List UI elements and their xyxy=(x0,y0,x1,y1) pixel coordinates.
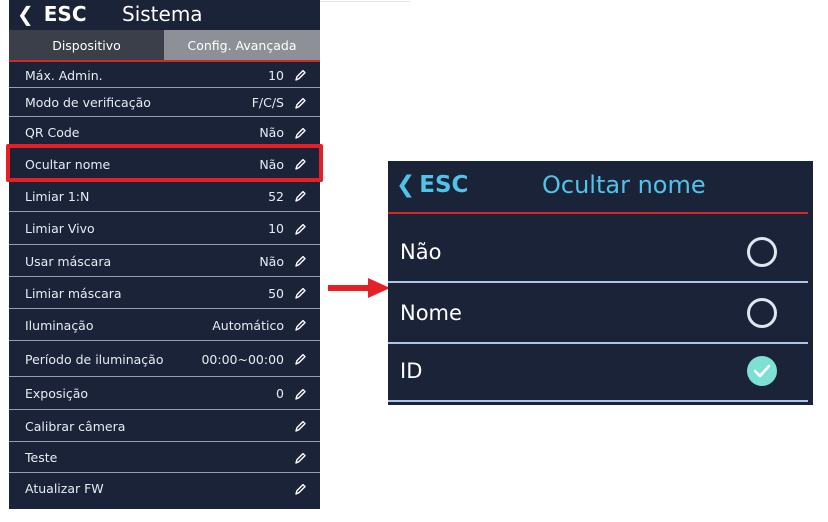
settings-row-label: Teste xyxy=(25,450,58,465)
settings-row-value: 52 xyxy=(268,188,284,204)
tab-bar: Dispositivo Config. Avançada xyxy=(9,30,320,60)
settings-row-label: Limiar 1:N xyxy=(25,188,90,204)
screen-header: ❮ ESC Sistema xyxy=(9,0,320,30)
settings-row-label: Iluminação xyxy=(25,317,94,333)
settings-row[interactable]: Modo de verificação F/C/S xyxy=(9,88,320,117)
back-button[interactable]: ❮ ESC xyxy=(17,2,87,26)
settings-row[interactable]: Usar máscara Não xyxy=(9,245,320,277)
settings-row-label: QR Code xyxy=(25,125,80,140)
settings-row-value: Não xyxy=(259,253,284,269)
settings-row[interactable]: Limiar máscara 50 xyxy=(9,277,320,309)
radio-checked-icon[interactable] xyxy=(747,356,777,386)
pencil-edit-icon[interactable] xyxy=(294,126,306,140)
tab-dispositivo[interactable]: Dispositivo xyxy=(9,30,164,60)
arrow-right-icon xyxy=(328,278,390,298)
pencil-edit-icon[interactable] xyxy=(294,419,306,433)
pencil-edit-icon[interactable] xyxy=(294,254,306,268)
highlight-frame xyxy=(6,144,323,182)
pencil-edit-icon[interactable] xyxy=(294,352,306,366)
settings-row-label: Exposição xyxy=(25,386,89,401)
settings-row[interactable]: Iluminação Automático xyxy=(9,309,320,341)
chevron-left-icon: ❮ xyxy=(17,2,34,26)
hide-name-screen: ❮ ESC Ocultar nome Não Nome ID xyxy=(388,161,813,405)
top-divider xyxy=(320,1,410,2)
settings-row-label: Atualizar FW xyxy=(25,481,104,496)
page-title: Sistema xyxy=(122,2,203,26)
option-row[interactable]: ID xyxy=(388,342,808,400)
settings-row[interactable]: Máx. Admin. 10 xyxy=(9,62,320,88)
option-row[interactable]: Não xyxy=(388,223,808,281)
back-label: ESC xyxy=(43,2,87,26)
settings-row[interactable]: Teste xyxy=(9,442,320,473)
settings-row-value: F/C/S xyxy=(251,95,284,110)
settings-row[interactable]: Limiar 1:N 52 xyxy=(9,180,320,212)
pencil-edit-icon[interactable] xyxy=(294,222,306,236)
pencil-edit-icon[interactable] xyxy=(294,189,306,203)
settings-row[interactable]: Atualizar FW xyxy=(9,473,320,504)
settings-row-label: Período de iluminação xyxy=(25,351,164,367)
pencil-edit-icon[interactable] xyxy=(294,96,306,110)
settings-row-label: Limiar máscara xyxy=(25,285,122,301)
page-title: Ocultar nome xyxy=(542,171,706,199)
option-divider xyxy=(388,281,808,283)
settings-row-label: Máx. Admin. xyxy=(25,67,103,83)
back-label: ESC xyxy=(419,172,469,198)
settings-row[interactable]: Calibrar câmera xyxy=(9,410,320,442)
pencil-edit-icon[interactable] xyxy=(294,451,306,465)
settings-row-label: Limiar Vivo xyxy=(25,221,95,236)
back-button[interactable]: ❮ ESC xyxy=(396,172,468,198)
tab-config-avancada[interactable]: Config. Avançada xyxy=(164,30,320,60)
settings-row-value: 10 xyxy=(268,67,284,83)
pencil-edit-icon[interactable] xyxy=(294,318,306,332)
chevron-left-icon: ❮ xyxy=(396,172,416,198)
header-underline xyxy=(388,212,808,214)
settings-row[interactable]: Limiar Vivo 10 xyxy=(9,212,320,245)
settings-row-value: Automático xyxy=(212,317,284,333)
radio-button[interactable] xyxy=(747,237,777,267)
settings-row-value: 10 xyxy=(268,221,284,236)
settings-row-label: Calibrar câmera xyxy=(25,418,126,434)
system-settings-screen: ❮ ESC Sistema Dispositivo Config. Avança… xyxy=(9,0,320,509)
pencil-edit-icon[interactable] xyxy=(294,387,306,401)
settings-row-value: 00:00~00:00 xyxy=(201,351,284,367)
settings-row-label: Modo de verificação xyxy=(25,95,151,110)
settings-row-label: Usar máscara xyxy=(25,253,112,269)
pencil-edit-icon[interactable] xyxy=(294,286,306,300)
pencil-edit-icon[interactable] xyxy=(294,482,306,496)
settings-row[interactable]: Período de iluminação 00:00~00:00 xyxy=(9,341,320,377)
option-row[interactable]: Nome xyxy=(388,284,808,342)
radio-button[interactable] xyxy=(747,298,777,328)
settings-row-value: 50 xyxy=(268,285,284,301)
settings-row-value: Não xyxy=(259,125,284,140)
settings-row[interactable]: Exposição 0 xyxy=(9,377,320,410)
option-divider xyxy=(388,400,808,402)
settings-row-value: 0 xyxy=(276,386,284,401)
pencil-edit-icon[interactable] xyxy=(294,68,306,82)
